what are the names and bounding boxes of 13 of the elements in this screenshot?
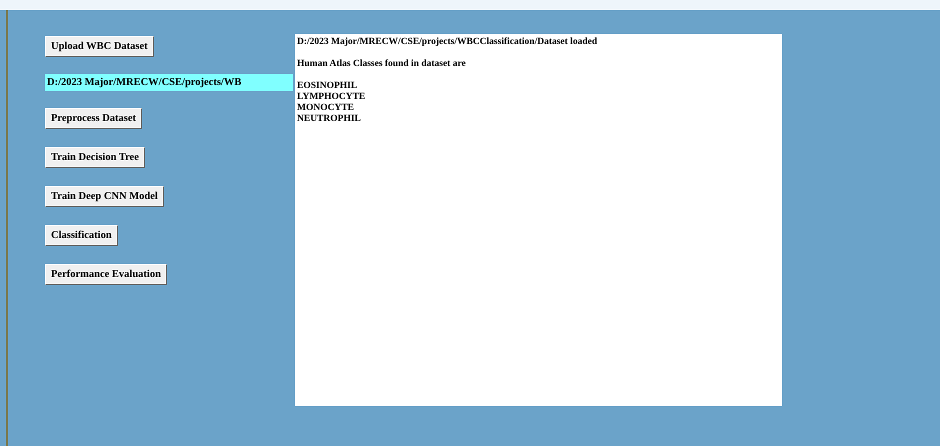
output-line: Human Atlas Classes found in dataset are	[297, 59, 467, 70]
action-button[interactable]: Classification	[45, 225, 118, 246]
output-line: LYMPHOCYTE	[297, 92, 366, 103]
action-button[interactable]: Train Deep CNN Model	[45, 186, 164, 207]
output-line: MONOCYTE	[297, 103, 355, 114]
output-line: EOSINOPHIL	[297, 81, 358, 92]
output-line: NEUTROPHIL	[297, 114, 362, 125]
action-button[interactable]: Upload WBC Dataset	[45, 36, 154, 57]
action-button[interactable]: Preprocess Dataset	[45, 108, 142, 129]
path-label: D:/2023 Major/MRECW/CSE/projects/WB	[45, 74, 293, 91]
action-button[interactable]: Performance Evaluation	[45, 264, 167, 285]
action-button[interactable]: Train Decision Tree	[45, 147, 145, 168]
output-line: D:/2023 Major/MRECW/CSE/projects/WBCClassification/Dataset loaded	[297, 37, 598, 48]
